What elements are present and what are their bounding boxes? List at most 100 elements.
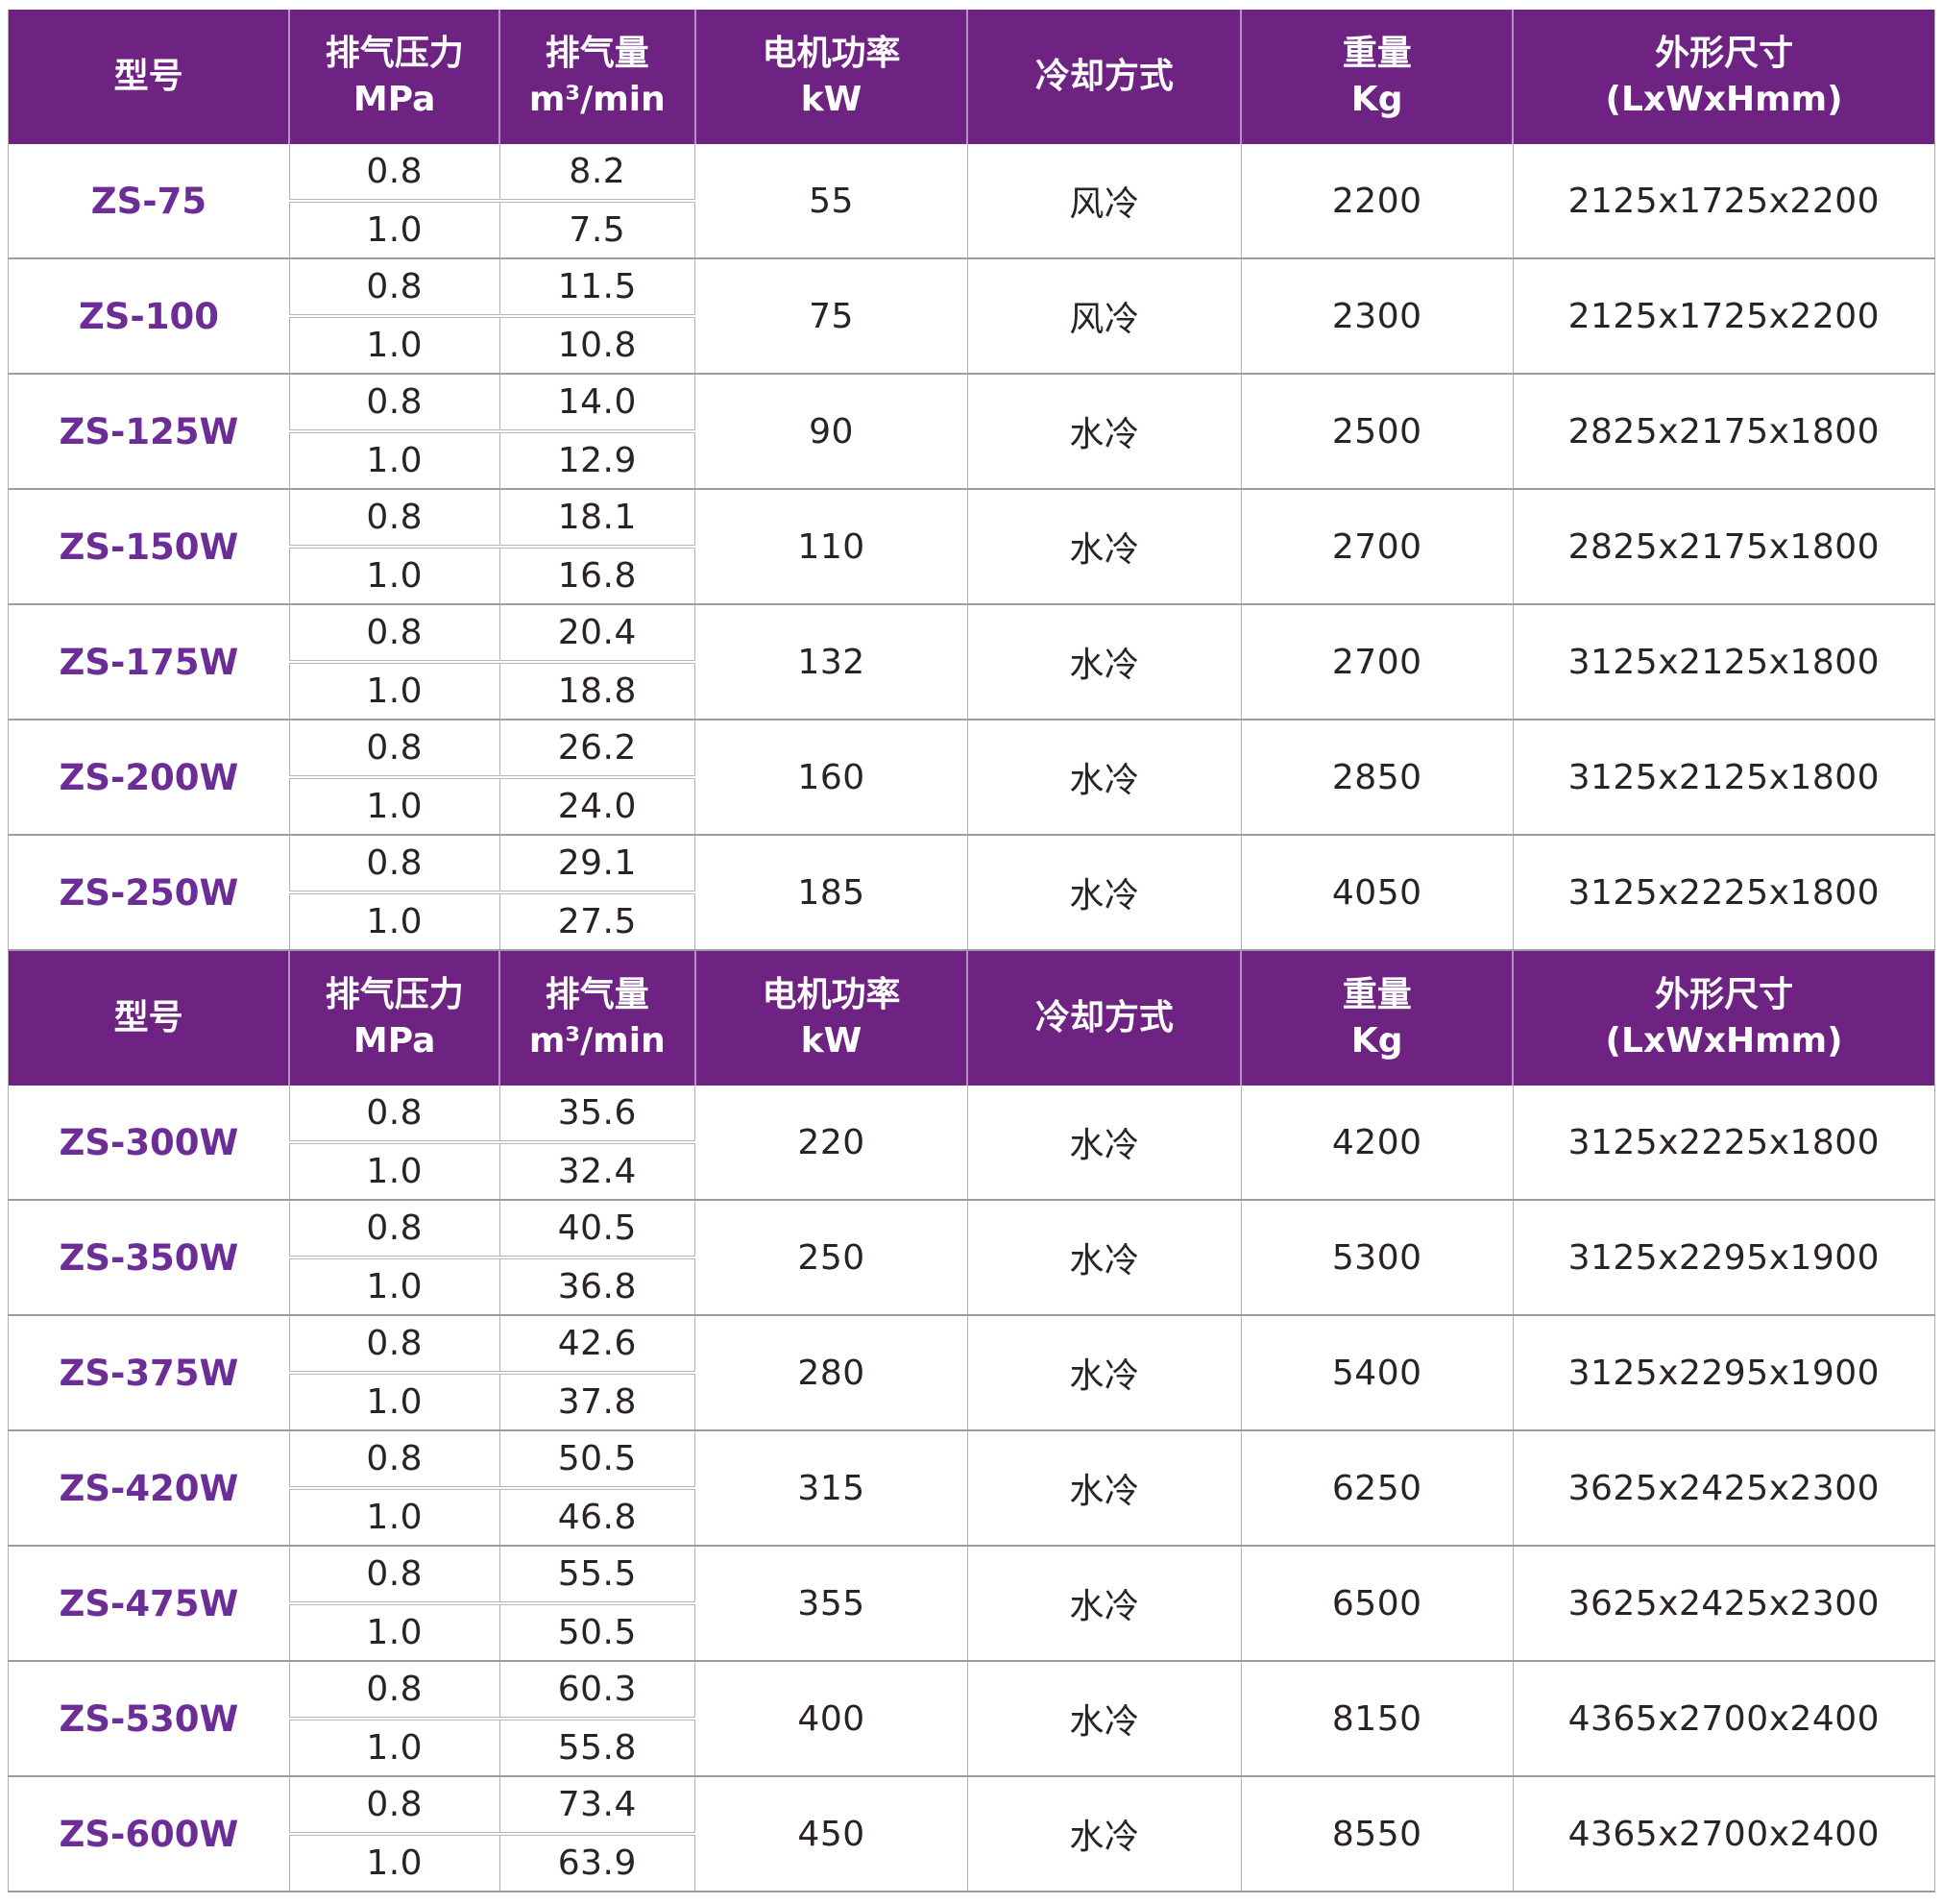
- spec-row-top: ZS-200W0.826.2160水冷28503125x2125x1800: [9, 720, 1935, 777]
- header-label: kW: [696, 77, 967, 123]
- header-label: 排气量: [500, 972, 694, 1018]
- volume-cell: 50.5: [499, 1603, 695, 1661]
- volume-cell: 36.8: [499, 1257, 695, 1315]
- volume-cell: 60.3: [499, 1661, 695, 1719]
- volume-cell: 55.8: [499, 1719, 695, 1776]
- volume-cell: 40.5: [499, 1200, 695, 1257]
- volume-cell: 50.5: [499, 1430, 695, 1488]
- model-cell: ZS-175W: [9, 604, 290, 720]
- pressure-cell: 0.8: [289, 720, 499, 777]
- volume-cell: 37.8: [499, 1373, 695, 1430]
- model-cell: ZS-75: [9, 144, 290, 258]
- pressure-cell: 0.8: [289, 1430, 499, 1488]
- weight-cell: 2850: [1241, 720, 1513, 835]
- model-cell: ZS-420W: [9, 1430, 290, 1546]
- pressure-cell: 0.8: [289, 258, 499, 316]
- weight-cell: 8550: [1241, 1776, 1513, 1892]
- header-label: 冷却方式: [968, 54, 1240, 100]
- volume-cell: 20.4: [499, 604, 695, 662]
- power-cell: 110: [695, 489, 968, 604]
- volume-cell: 24.0: [499, 777, 695, 835]
- pressure-cell: 1.0: [289, 1257, 499, 1315]
- cooling-cell: 水冷: [967, 1776, 1241, 1892]
- cooling-cell: 水冷: [967, 489, 1241, 604]
- header-label: m³/min: [500, 1018, 694, 1064]
- header-label: m³/min: [500, 77, 694, 123]
- pressure-cell: 0.8: [289, 1776, 499, 1834]
- model-cell: ZS-475W: [9, 1546, 290, 1661]
- power-cell: 315: [695, 1430, 968, 1546]
- header-label: 重量: [1242, 972, 1512, 1018]
- pressure-cell: 0.8: [289, 1086, 499, 1142]
- weight-cell: 2700: [1241, 489, 1513, 604]
- weight-cell: 2500: [1241, 374, 1513, 489]
- spec-table-body: ZS-750.88.255风冷22002125x1725x22001.07.5Z…: [9, 144, 1935, 950]
- model-cell: ZS-350W: [9, 1200, 290, 1315]
- dims-cell: 3625x2425x2300: [1513, 1430, 1934, 1546]
- volume-cell: 73.4: [499, 1776, 695, 1834]
- pressure-cell: 1.0: [289, 892, 499, 950]
- column-header-power: 电机功率kW: [695, 951, 968, 1086]
- volume-cell: 8.2: [499, 144, 695, 201]
- column-header-cooling: 冷却方式: [967, 951, 1241, 1086]
- weight-cell: 2200: [1241, 144, 1513, 258]
- weight-cell: 5400: [1241, 1315, 1513, 1430]
- spec-row-top: ZS-300W0.835.6220水冷42003125x2225x1800: [9, 1086, 1935, 1142]
- volume-cell: 46.8: [499, 1488, 695, 1546]
- power-cell: 185: [695, 835, 968, 950]
- header-row: 型号排气压力MPa排气量m³/min电机功率kW冷却方式重量Kg外形尺寸(LxW…: [9, 10, 1935, 144]
- weight-cell: 2300: [1241, 258, 1513, 374]
- volume-cell: 18.8: [499, 662, 695, 720]
- weight-cell: 4050: [1241, 835, 1513, 950]
- volume-cell: 42.6: [499, 1315, 695, 1373]
- header-label: 电机功率: [696, 972, 967, 1018]
- power-cell: 450: [695, 1776, 968, 1892]
- power-cell: 55: [695, 144, 968, 258]
- spec-row-top: ZS-175W0.820.4132水冷27003125x2125x1800: [9, 604, 1935, 662]
- volume-cell: 10.8: [499, 316, 695, 374]
- volume-cell: 7.5: [499, 201, 695, 258]
- dims-cell: 3125x2295x1900: [1513, 1315, 1934, 1430]
- spec-row-top: ZS-420W0.850.5315水冷62503625x2425x2300: [9, 1430, 1935, 1488]
- pressure-cell: 0.8: [289, 1661, 499, 1719]
- header-label: 型号: [9, 995, 288, 1041]
- header-label: 排气压力: [290, 972, 498, 1018]
- cooling-cell: 水冷: [967, 604, 1241, 720]
- column-header-volume: 排气量m³/min: [499, 10, 695, 144]
- pressure-cell: 0.8: [289, 1315, 499, 1373]
- weight-cell: 4200: [1241, 1086, 1513, 1200]
- dims-cell: 4365x2700x2400: [1513, 1776, 1934, 1892]
- spec-row-top: ZS-125W0.814.090水冷25002825x2175x1800: [9, 374, 1935, 431]
- spec-row-top: ZS-1000.811.575风冷23002125x1725x2200: [9, 258, 1935, 316]
- model-cell: ZS-125W: [9, 374, 290, 489]
- pressure-cell: 0.8: [289, 489, 499, 547]
- cooling-cell: 水冷: [967, 1546, 1241, 1661]
- pressure-cell: 1.0: [289, 1373, 499, 1430]
- spec-row-top: ZS-475W0.855.5355水冷65003625x2425x2300: [9, 1546, 1935, 1603]
- model-cell: ZS-150W: [9, 489, 290, 604]
- dims-cell: 3125x2295x1900: [1513, 1200, 1934, 1315]
- volume-cell: 14.0: [499, 374, 695, 431]
- dims-cell: 2825x2175x1800: [1513, 374, 1934, 489]
- weight-cell: 8150: [1241, 1661, 1513, 1776]
- spec-row-top: ZS-375W0.842.6280水冷54003125x2295x1900: [9, 1315, 1935, 1373]
- spec-row-top: ZS-250W0.829.1185水冷40503125x2225x1800: [9, 835, 1935, 892]
- power-cell: 355: [695, 1546, 968, 1661]
- pressure-cell: 1.0: [289, 662, 499, 720]
- column-header-pressure: 排气压力MPa: [289, 10, 499, 144]
- model-cell: ZS-250W: [9, 835, 290, 950]
- spec-row-top: ZS-600W0.873.4450水冷85504365x2700x2400: [9, 1776, 1935, 1834]
- cooling-cell: 风冷: [967, 258, 1241, 374]
- cooling-cell: 水冷: [967, 1315, 1241, 1430]
- header-label: 电机功率: [696, 31, 967, 77]
- dims-cell: 4365x2700x2400: [1513, 1661, 1934, 1776]
- header-label: 外形尺寸: [1514, 972, 1934, 1018]
- model-cell: ZS-375W: [9, 1315, 290, 1430]
- volume-cell: 27.5: [499, 892, 695, 950]
- header-label: 型号: [9, 54, 288, 100]
- volume-cell: 26.2: [499, 720, 695, 777]
- pressure-cell: 0.8: [289, 604, 499, 662]
- header-label: (LxWxHmm): [1514, 1018, 1934, 1064]
- column-header-cooling: 冷却方式: [967, 10, 1241, 144]
- volume-cell: 12.9: [499, 431, 695, 489]
